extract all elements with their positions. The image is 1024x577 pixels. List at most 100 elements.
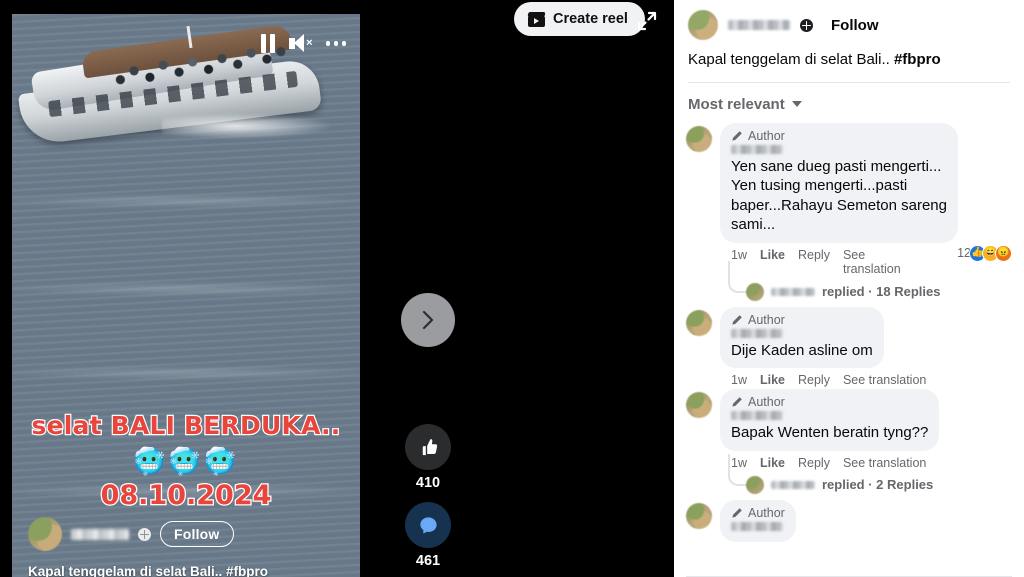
thread-connector [728,260,748,293]
description-hashtag[interactable]: #fbpro [894,51,941,68]
comment-like-action[interactable]: Like [760,248,785,262]
page-name-blurred[interactable] [728,20,790,30]
author-badge: Author [731,395,928,409]
comment-sort-dropdown[interactable]: Most relevant [674,83,1024,121]
pencil-icon [731,314,743,326]
description-text: Kapal tenggelam di selat Bali.. [688,51,894,68]
wave-highlight [12,366,360,380]
comment-time: 1w [731,373,747,388]
next-video-button[interactable] [401,293,455,347]
replies-link[interactable]: replied · 18 Replies [720,260,1014,305]
replier-name-blurred [771,480,815,489]
comment-translate-action[interactable]: See translation [843,456,926,470]
comment-like-action[interactable]: Like [760,456,785,470]
chevron-down-icon [791,101,802,108]
comment-button[interactable] [405,502,451,548]
wave-highlight [12,484,360,498]
video-author-row: Follow [28,517,234,551]
commenter-name-blurred[interactable] [731,411,783,421]
commenter-name-blurred[interactable] [731,144,783,154]
chevron-right-icon [422,310,434,330]
comment-bubble: Author Dije Kaden asline om [720,306,884,369]
comment-item: Author [686,499,1014,542]
pencil-icon [731,130,743,142]
comment-text: Dije Kaden asline om [731,341,873,359]
comment-bubble: Author [720,499,796,542]
wave-highlight [12,194,360,208]
comment-bubble-icon [419,516,437,534]
comment-reply-action[interactable]: Reply [798,248,830,262]
comment-time: 1w [731,247,747,262]
comment-reply-action[interactable]: Reply [798,373,830,387]
comment-like-action[interactable]: Like [760,373,785,387]
thread-connector [728,453,748,486]
follow-button[interactable]: Follow [823,17,879,34]
comment-item: Author Yen sane dueg pasti mengerti... Y… [686,122,1014,305]
comment-actions: 1w Like Reply See translation 12 👍 😄 😠 [720,243,1014,277]
comment-translate-action[interactable]: See translation [843,373,926,387]
replies-count-label: replied · 2 Replies [822,477,934,493]
avatar[interactable] [686,392,712,419]
volume-muted-icon[interactable]: × [288,34,313,53]
like-button[interactable] [405,424,451,470]
comment-reply-action[interactable]: Reply [798,456,830,470]
page-root: × selat BALI BERDUKA.. 🥶🥶🥶 08.10.2024 Fo… [0,0,1024,577]
replies-link[interactable]: replied · 2 Replies [720,453,1014,498]
replies-count-label: replied · 18 Replies [822,284,941,300]
avatar[interactable] [686,502,712,529]
follow-button[interactable]: Follow [160,521,234,547]
video-controls: × [260,34,346,53]
video-action-rail: 410 461 [398,424,458,577]
author-label: Author [748,395,785,410]
author-badge: Author [731,506,785,520]
avatar[interactable] [686,125,712,152]
avatar [746,475,764,494]
comment-item: Author Bapak Wenten beratin tyng?? 1w Li… [686,389,1014,498]
comment-count: 461 [415,553,441,569]
pencil-icon [731,507,743,519]
comments-panel: Follow Kapal tenggelam di selat Bali.. #… [674,0,1024,577]
comment-actions: 1w Like Reply See translation [720,451,1014,470]
avatar[interactable] [688,10,718,40]
avatar[interactable] [686,309,712,336]
reaction-summary[interactable]: 12 👍 😄 😠 [957,244,1012,262]
like-count: 410 [415,475,441,491]
comment-item: Author Dije Kaden asline om 1w Like Repl… [686,306,1014,387]
commenter-name-blurred[interactable] [731,521,783,531]
expand-fullscreen-icon[interactable] [634,8,660,34]
clapperboard-icon [527,11,546,27]
comments-list: Author Yen sane dueg pasti mengerti... Y… [674,121,1024,542]
reaction-angry-icon: 😠 [995,244,1012,262]
create-reel-label: Create reel [553,11,628,27]
sort-label: Most relevant [688,95,785,113]
author-label: Author [748,312,785,327]
comment-bubble: Author Yen sane dueg pasti mengerti... Y… [720,122,958,243]
wave-highlight [12,282,360,296]
commenter-name-blurred[interactable] [731,328,783,338]
comment-text: Yen sane dueg pasti mengerti... Yen tusi… [731,157,947,234]
thumbs-up-icon [422,438,437,455]
pencil-icon [731,396,743,408]
avatar[interactable] [28,517,62,551]
globe-icon [800,18,813,32]
comment-translate-action[interactable]: See translation [843,248,901,277]
more-options-icon[interactable] [325,34,346,53]
post-description: Kapal tenggelam di selat Bali.. #fbpro [674,48,1024,82]
author-label: Author [748,505,785,520]
panel-header: Follow [674,0,1024,48]
video-caption: Kapal tenggelam di selat Bali.. #fbpro [28,565,269,577]
author-badge: Author [731,129,947,143]
avatar [746,282,764,301]
replier-name-blurred [771,287,815,296]
create-reel-button[interactable]: Create reel [514,2,645,36]
author-label: Author [748,128,785,143]
comment-actions: 1w Like Reply See translation [720,368,1014,387]
video-stage: × selat BALI BERDUKA.. 🥶🥶🥶 08.10.2024 Fo… [0,0,674,577]
globe-icon [138,527,151,541]
comment-text: Bapak Wenten beratin tyng?? [731,424,929,442]
comment-bubble: Author Bapak Wenten beratin tyng?? [720,389,940,451]
pause-icon[interactable] [260,34,276,53]
author-badge: Author [731,313,873,327]
author-name-blurred[interactable] [71,528,129,540]
video-player[interactable]: × selat BALI BERDUKA.. 🥶🥶🥶 08.10.2024 Fo… [12,14,360,577]
